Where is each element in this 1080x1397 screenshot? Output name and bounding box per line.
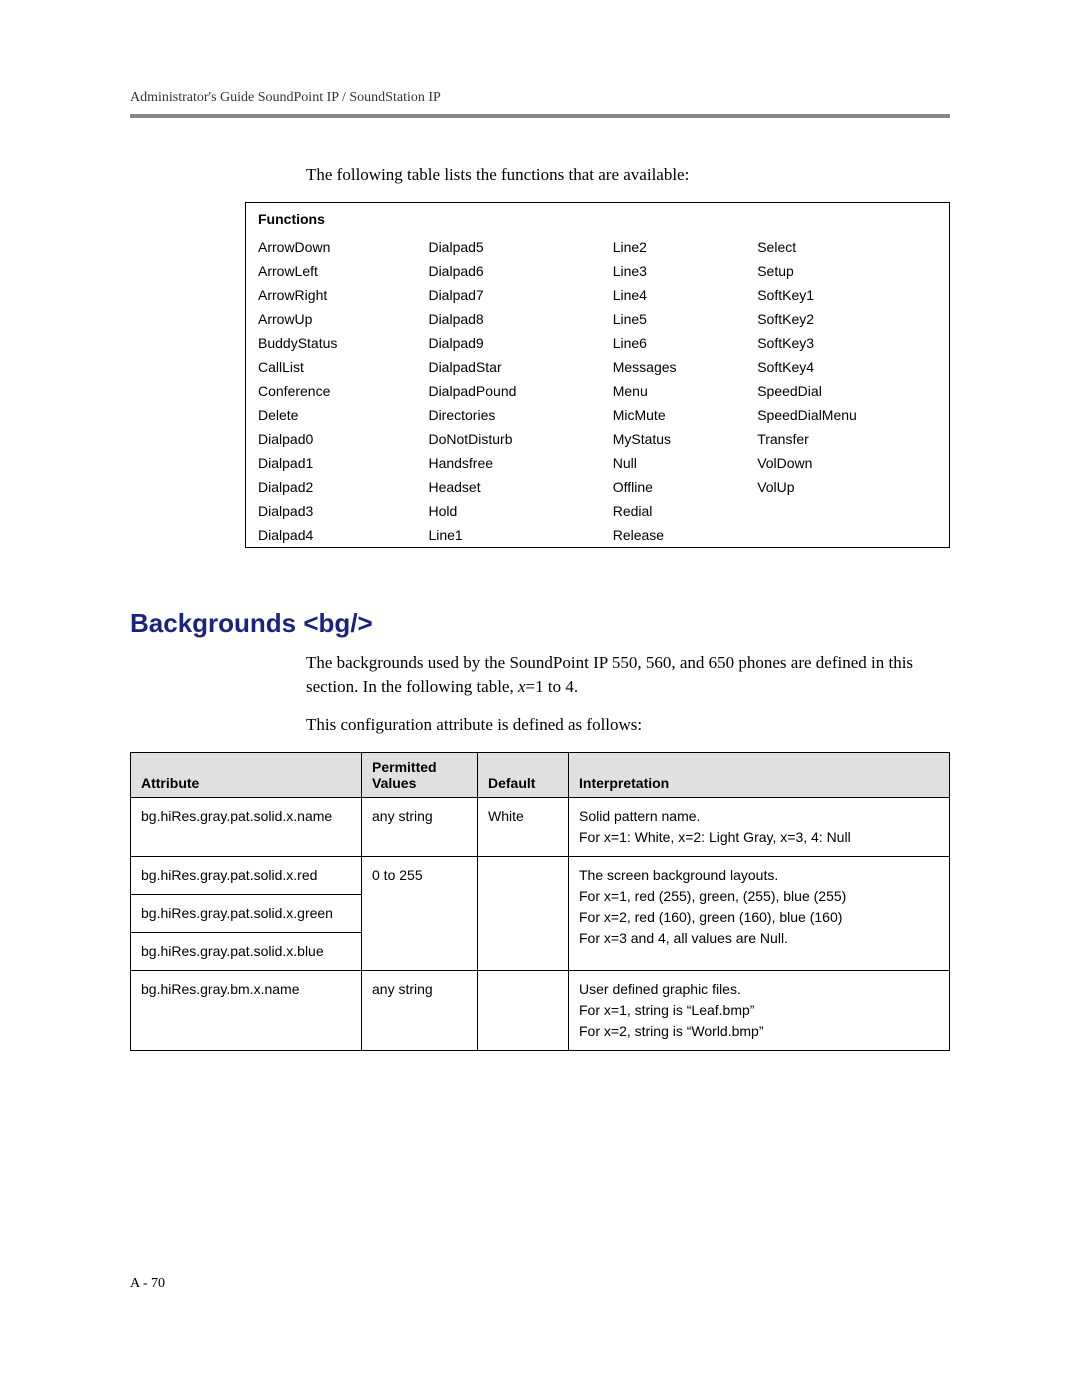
page: Administrator's Guide SoundPoint IP / So…	[0, 0, 1080, 1397]
running-header: Administrator's Guide SoundPoint IP / So…	[130, 90, 950, 106]
table-row: Dialpad3HoldRedial	[246, 499, 950, 523]
table-row: ArrowDownDialpad5Line2Select	[246, 235, 950, 259]
section-heading-backgrounds: Backgrounds <bg/>	[130, 608, 950, 639]
attributes-table: Attribute Permitted Values Default Inter…	[130, 752, 950, 1051]
col-interpretation: Interpretation	[569, 753, 950, 798]
table-row: Dialpad1HandsfreeNullVolDown	[246, 451, 950, 475]
attr-row: bg.hiRes.gray.pat.solid.x.red bg.hiRes.g…	[131, 857, 950, 971]
functions-table: Functions ArrowDownDialpad5Line2Select A…	[245, 202, 950, 548]
table-row: BuddyStatusDialpad9Line6SoftKey3	[246, 331, 950, 355]
table-row: Dialpad2HeadsetOfflineVolUp	[246, 475, 950, 499]
backgrounds-paragraph-1: The backgrounds used by the SoundPoint I…	[306, 651, 950, 699]
intro-text: The following table lists the functions …	[306, 163, 950, 187]
backgrounds-paragraph-2: This configuration attribute is defined …	[306, 713, 950, 737]
table-row: ArrowRightDialpad7Line4SoftKey1	[246, 283, 950, 307]
page-number: A - 70	[130, 1276, 165, 1292]
header-rule	[130, 114, 950, 118]
table-row: ArrowUpDialpad8Line5SoftKey2	[246, 307, 950, 331]
table-row: ConferenceDialpadPoundMenuSpeedDial	[246, 379, 950, 403]
table-row: CallListDialpadStarMessagesSoftKey4	[246, 355, 950, 379]
table-row: ArrowLeftDialpad6Line3Setup	[246, 259, 950, 283]
table-row: Dialpad4Line1Release	[246, 523, 950, 548]
table-row: Dialpad0DoNotDisturbMyStatusTransfer	[246, 427, 950, 451]
functions-header: Functions	[246, 202, 950, 235]
col-attribute: Attribute	[131, 753, 362, 798]
attr-row: bg.hiRes.gray.pat.solid.x.name any strin…	[131, 798, 950, 857]
col-permitted: Permitted Values	[362, 753, 478, 798]
table-row: DeleteDirectoriesMicMuteSpeedDialMenu	[246, 403, 950, 427]
attr-header-row: Attribute Permitted Values Default Inter…	[131, 753, 950, 798]
col-default: Default	[478, 753, 569, 798]
attr-row: bg.hiRes.gray.bm.x.name any string User …	[131, 971, 950, 1051]
